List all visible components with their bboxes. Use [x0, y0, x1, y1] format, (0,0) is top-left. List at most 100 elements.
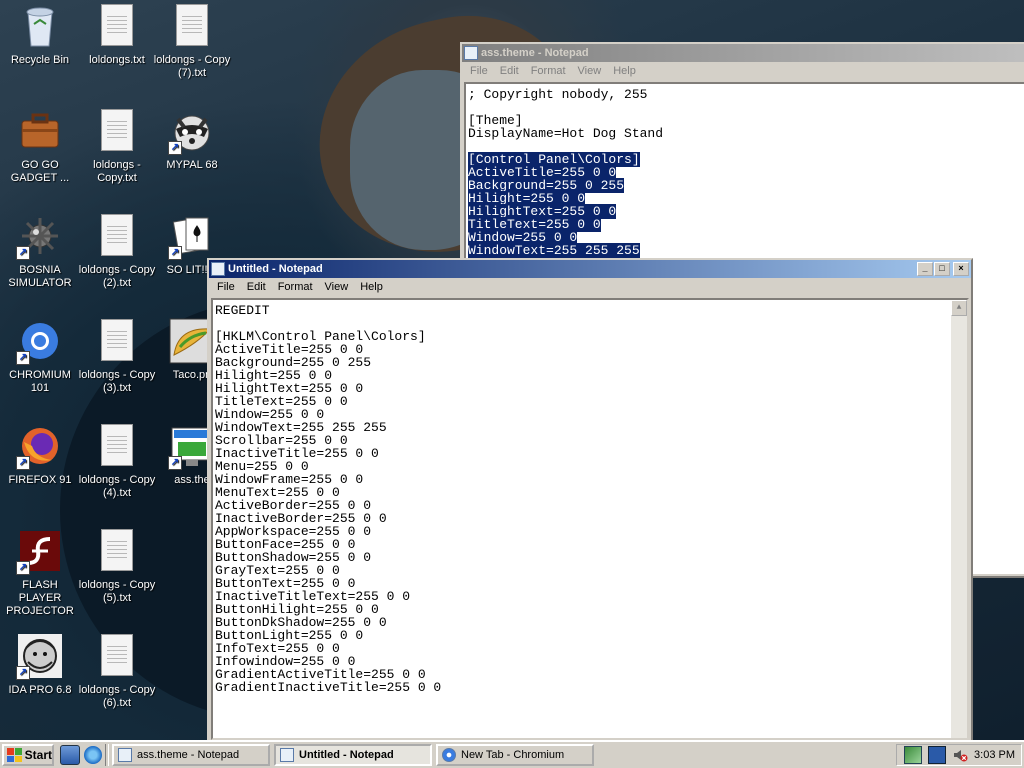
menu-help[interactable]: Help	[607, 65, 642, 77]
fg-text-area[interactable]: REGEDIT [HKLM\Control Panel\Colors] Active…	[211, 298, 969, 740]
desktop-icon[interactable]: ↗ IDA PRO 6.8	[0, 632, 80, 697]
system-tray: 3:03 PM	[896, 744, 1022, 766]
text-line-content: WindowText=255 255 255	[468, 243, 640, 258]
menu-format[interactable]: Format	[525, 65, 572, 77]
text-line-content: DisplayName=Hot Dog Stand	[468, 126, 664, 141]
desktop-icon-label: FIREFOX 91	[8, 474, 72, 486]
desktop-icon[interactable]: ↗ FIREFOX 91	[0, 422, 80, 487]
taskbar-button[interactable]: New Tab - Chromium	[436, 744, 594, 766]
desktop-icon-label: MYPAL 68	[166, 159, 218, 171]
menu-file[interactable]: File	[211, 281, 241, 293]
desktop-icon[interactable]: ↗ CHROMIUM 101	[0, 317, 80, 395]
vertical-scrollbar[interactable]: ▲	[951, 300, 967, 738]
desktop-icon-label: BOSNIA SIMULATOR	[8, 264, 72, 289]
desktop: Recycle Bin loldongs.txt loldongs - Copy (…	[0, 0, 1024, 740]
shortcut-arrow-icon: ↗	[16, 351, 30, 365]
shortcut-arrow-icon: ↗	[16, 561, 30, 575]
text-file-icon	[93, 212, 141, 260]
close-button[interactable]: ×	[953, 262, 969, 276]
raccoon-icon: ↗	[168, 107, 216, 155]
ida-icon: ↗	[16, 632, 64, 680]
text-file-icon	[168, 2, 216, 50]
taskbar: Start ass.theme - Notepad Untitled - Note…	[0, 740, 1024, 768]
text-file-icon	[93, 317, 141, 365]
desktop-icon[interactable]: loldongs - Copy (3).txt	[77, 317, 157, 395]
fg-window-title: Untitled - Notepad	[228, 263, 323, 275]
bg-window-title: ass.theme - Notepad	[481, 47, 589, 59]
fg-window-titlebar[interactable]: Untitled - Notepad _ □ ×	[209, 260, 971, 278]
cards-icon: ↗	[168, 212, 216, 260]
text-line	[466, 101, 1024, 114]
menu-view[interactable]: View	[319, 281, 355, 293]
shortcut-arrow-icon: ↗	[16, 456, 30, 470]
text-file-icon	[93, 632, 141, 680]
desktop-icon-label: CHROMIUM 101	[9, 369, 71, 394]
desktop-icon[interactable]: loldongs - Copy.txt	[77, 107, 157, 185]
desktop-icon[interactable]: GO GO GADGET ...	[0, 107, 80, 185]
fg-window-menubar: File Edit Format View Help	[209, 278, 971, 296]
desktop-icon-label: Recycle Bin	[10, 54, 70, 66]
network-icon[interactable]	[904, 746, 923, 764]
text-line: GradientInactiveTitle=255 0 0	[215, 680, 442, 695]
text-file-icon	[93, 107, 141, 155]
flash-icon: ↗	[16, 527, 64, 575]
desktop-icon[interactable]: ↗ MYPAL 68	[152, 107, 232, 172]
start-button[interactable]: Start	[2, 744, 54, 766]
desktop-icon[interactable]: Recycle Bin	[0, 2, 80, 67]
firefox-icon: ↗	[16, 422, 64, 470]
desktop-icon[interactable]: loldongs - Copy (4).txt	[77, 422, 157, 500]
desktop-icon-label: loldongs - Copy (7).txt	[153, 54, 231, 79]
untitled-notepad-window[interactable]: Untitled - Notepad _ □ × File Edit Forma…	[207, 258, 973, 740]
desktop-icon[interactable]: loldongs - Copy (2).txt	[77, 212, 157, 290]
desktop-icon[interactable]: ↗ FLASH PLAYER PROJECTOR	[0, 527, 80, 618]
text-line: InactiveTitle=255 0 0	[215, 446, 379, 461]
taskbar-button[interactable]: ass.theme - Notepad	[112, 744, 270, 766]
text-line: WindowText=255 255 255	[466, 243, 1024, 258]
menu-format[interactable]: Format	[272, 281, 319, 293]
menu-edit[interactable]: Edit	[241, 281, 272, 293]
desktop-icon[interactable]: loldongs - Copy (7).txt	[152, 2, 232, 80]
chromium-icon	[442, 748, 456, 762]
recycle-icon	[16, 2, 64, 50]
minimize-button[interactable]: _	[917, 262, 933, 276]
menu-file[interactable]: File	[464, 65, 494, 77]
shortcut-arrow-icon: ↗	[168, 456, 182, 470]
text-file-icon	[93, 527, 141, 575]
clock[interactable]: 3:03 PM	[974, 749, 1015, 761]
notepad-icon	[464, 46, 478, 60]
desktop-icon-label: loldongs.txt	[89, 54, 145, 66]
shortcut-arrow-icon: ↗	[168, 246, 182, 260]
volume-muted-icon[interactable]	[952, 747, 968, 763]
internet-explorer-icon[interactable]	[84, 746, 102, 764]
text-file-icon	[93, 2, 141, 50]
text-line-content: ; Copyright nobody, 255	[468, 87, 648, 102]
mine-icon: ↗	[16, 212, 64, 260]
text-file-icon	[93, 422, 141, 470]
show-desktop-icon[interactable]	[60, 745, 80, 765]
taskbar-button-label: Untitled - Notepad	[299, 749, 394, 761]
text-line: DisplayName=Hot Dog Stand	[466, 127, 1024, 140]
shortcut-arrow-icon: ↗	[168, 141, 182, 155]
desktop-icon-label: FLASH PLAYER PROJECTOR	[6, 579, 74, 617]
menu-help[interactable]: Help	[354, 281, 389, 293]
bg-window-titlebar[interactable]: ass.theme - Notepad	[462, 44, 1024, 62]
desktop-icon[interactable]: loldongs - Copy (6).txt	[77, 632, 157, 710]
bg-window-menubar: File Edit Format View Help	[462, 62, 1024, 80]
desktop-icon[interactable]: ↗ BOSNIA SIMULATOR	[0, 212, 80, 290]
maximize-button[interactable]: □	[934, 262, 950, 276]
desktop-icon[interactable]: loldongs - Copy (5).txt	[77, 527, 157, 605]
text-line: ; Copyright nobody, 255	[466, 88, 1024, 101]
scroll-up-button[interactable]: ▲	[951, 300, 967, 316]
notepad-icon	[280, 748, 294, 762]
desktop-icon[interactable]: loldongs.txt	[77, 2, 157, 67]
task-list: ass.theme - Notepad Untitled - Notepad New…	[112, 744, 598, 766]
shortcut-arrow-icon: ↗	[16, 246, 30, 260]
notepad-icon	[118, 748, 132, 762]
display-icon[interactable]	[928, 746, 947, 764]
menu-edit[interactable]: Edit	[494, 65, 525, 77]
taskbar-button[interactable]: Untitled - Notepad	[274, 744, 432, 766]
menu-view[interactable]: View	[572, 65, 608, 77]
taskbar-button-label: ass.theme - Notepad	[137, 749, 240, 761]
text-line: REGEDIT	[215, 303, 270, 318]
desktop-icon-label: IDA PRO 6.8	[8, 684, 72, 696]
